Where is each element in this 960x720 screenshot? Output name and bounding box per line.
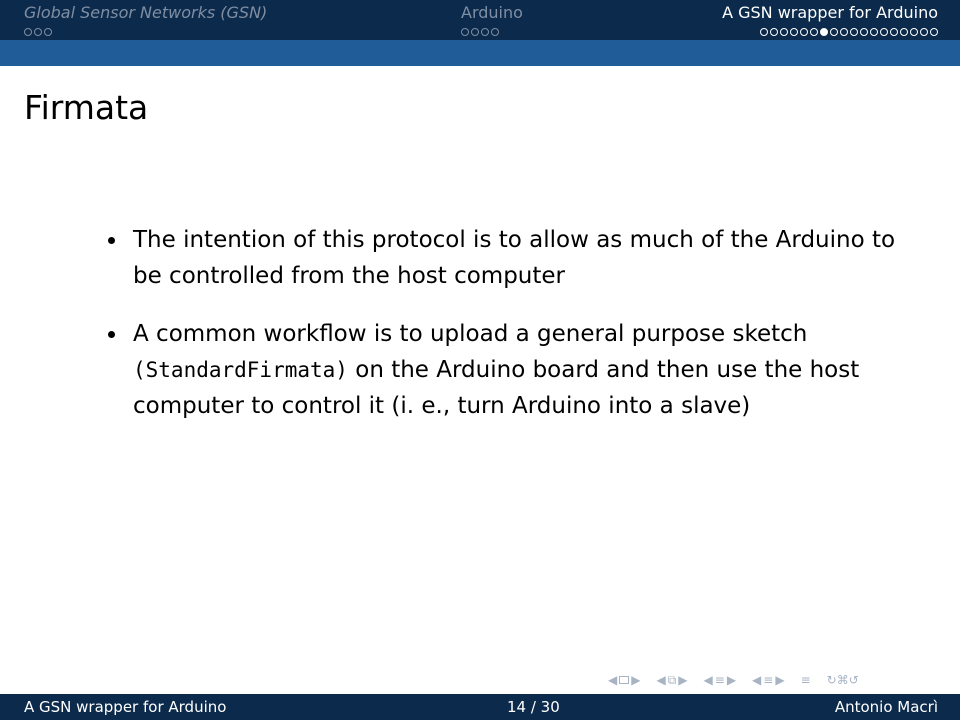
frame-dot[interactable] [890, 28, 898, 36]
align-icon[interactable]: ≡ [801, 671, 811, 689]
nav-section-gsn[interactable]: Global Sensor Networks (GSN) [24, 3, 267, 37]
frame-dot[interactable] [760, 28, 768, 36]
frame-dot[interactable] [930, 28, 938, 36]
frame-dot[interactable] [481, 28, 489, 36]
nav-section-dots[interactable] [722, 27, 938, 37]
frame-nav-icon[interactable]: ◀ ⧉ ▶ [656, 671, 687, 689]
header-navigation-bar: Global Sensor Networks (GSN) Arduino A G… [0, 0, 960, 40]
frame-dot[interactable] [860, 28, 868, 36]
frame-dot[interactable] [24, 28, 32, 36]
search-icon[interactable]: ↻⌘↺ [827, 671, 859, 689]
bullet-item: A common workflow is to upload a general… [108, 316, 898, 424]
frame-dot[interactable] [44, 28, 52, 36]
frame-dot[interactable] [900, 28, 908, 36]
frame-dot[interactable] [780, 28, 788, 36]
header-subsection-bar [0, 40, 960, 66]
nav-section-wrapper[interactable]: A GSN wrapper for Arduino [722, 3, 938, 37]
frame-dot[interactable] [471, 28, 479, 36]
bullet-icon [108, 237, 115, 244]
frame-dot[interactable] [850, 28, 858, 36]
frame-dot[interactable] [810, 28, 818, 36]
frame-dot[interactable] [830, 28, 838, 36]
bullet-text: The intention of this protocol is to all… [133, 227, 896, 289]
frame-dot[interactable] [491, 28, 499, 36]
frame-dot[interactable] [870, 28, 878, 36]
frame-dot[interactable] [461, 28, 469, 36]
current-frame-dot[interactable] [820, 28, 828, 36]
bullet-text-before: A common workflow is to upload a general… [133, 321, 808, 347]
subsection-nav-icon[interactable]: ◀ ≡ ▶ [704, 671, 737, 689]
section-nav-icon[interactable]: ◀ ≡ ▶ [752, 671, 785, 689]
nav-section-title[interactable]: Arduino [461, 3, 523, 23]
frame-dot[interactable] [800, 28, 808, 36]
navigation-symbols: ◀ ▶ ◀ ⧉ ▶ ◀ ≡ ▶ ◀ ≡ ▶ ≡ ↻⌘↺ [608, 671, 871, 689]
slide-nav-icon[interactable]: ◀ ▶ [608, 671, 640, 689]
bullet-icon [108, 331, 115, 338]
bullet-item: The intention of this protocol is to all… [108, 222, 898, 294]
nav-section-arduino[interactable]: Arduino [461, 3, 523, 37]
frame-dot[interactable] [34, 28, 42, 36]
nav-section-dots[interactable] [461, 27, 523, 37]
frame-dot[interactable] [770, 28, 778, 36]
code-text: (StandardFirmata) [133, 358, 348, 382]
nav-section-title[interactable]: Global Sensor Networks (GSN) [24, 3, 267, 23]
footer-title: A GSN wrapper for Arduino [24, 698, 227, 716]
frame-title: Firmata [24, 88, 149, 127]
frame-dot[interactable] [920, 28, 928, 36]
bullet-list: The intention of this protocol is to all… [108, 222, 898, 446]
nav-section-dots[interactable] [24, 27, 267, 37]
nav-section-title[interactable]: A GSN wrapper for Arduino [722, 3, 938, 23]
frame-dot[interactable] [910, 28, 918, 36]
footer-author: Antonio Macrì [834, 698, 938, 716]
page-number: 14 / 30 [507, 698, 560, 716]
footer-bar: A GSN wrapper for Arduino 14 / 30 Antoni… [0, 694, 960, 720]
frame-dot[interactable] [790, 28, 798, 36]
frame-dot[interactable] [880, 28, 888, 36]
frame-dot[interactable] [840, 28, 848, 36]
